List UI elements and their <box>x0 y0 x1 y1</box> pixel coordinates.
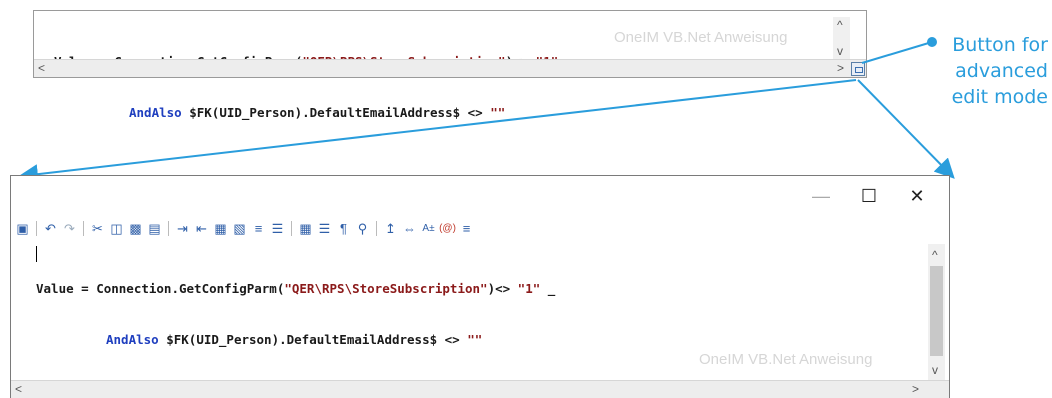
uncomment-icon[interactable]: ▧ <box>232 221 247 236</box>
editor-toolbar: ▣ ↶ ↷ ✂ ◫ ▩ ▤ ⇥ ⇤ ▦ ▧ ≡ ☰ ▦ ☰ ¶ ⚲ ↥ ⇔ A±… <box>15 218 474 238</box>
scroll-up-icon[interactable]: ^ <box>932 249 938 261</box>
save-icon[interactable]: ▣ <box>15 221 30 236</box>
scroll-down-icon[interactable]: v <box>932 364 938 376</box>
maximize-button[interactable]: ☐ <box>849 182 889 210</box>
vertical-scrollbar[interactable]: ^ v <box>928 244 945 384</box>
settings-icon[interactable]: ≡ <box>459 221 474 236</box>
search-icon[interactable]: ⚲ <box>355 221 370 236</box>
advanced-editor-window[interactable]: — ☐ ✕ ▣ ↶ ↷ ✂ ◫ ▩ ▤ ⇥ ⇤ ▦ ▧ ≡ ☰ ▦ ☰ ¶ ⚲ … <box>10 175 950 398</box>
bookmark-icon[interactable]: ⇔ <box>402 221 417 236</box>
undo-icon[interactable]: ↶ <box>43 221 58 236</box>
advanced-code-text[interactable]: Value = Connection.GetConfigParm("QER\RP… <box>36 246 555 382</box>
delete-icon[interactable]: ▤ <box>147 221 162 236</box>
paragraph-icon[interactable]: ¶ <box>336 221 351 236</box>
paste-icon[interactable]: ▩ <box>128 221 143 236</box>
indent-icon[interactable]: ⇥ <box>175 221 190 236</box>
close-button[interactable]: ✕ <box>897 182 937 210</box>
toolbar-divider <box>376 220 377 236</box>
format-icon[interactable]: ☰ <box>270 221 285 236</box>
expand-arrow-right <box>857 79 955 179</box>
redo-icon[interactable]: ↷ <box>62 221 77 236</box>
editor-watermark: OneIM VB.Net Anweisung <box>699 351 873 368</box>
callout-pointer-line <box>861 41 933 64</box>
outdent-icon[interactable]: ⇤ <box>194 221 209 236</box>
copy-icon[interactable]: ◫ <box>109 221 124 236</box>
toolbar-divider <box>168 220 169 236</box>
minimize-button[interactable]: — <box>801 182 841 210</box>
scrollbar-thumb[interactable] <box>930 266 943 356</box>
expand-arrow-left <box>18 79 857 185</box>
comment-icon[interactable]: ▦ <box>213 221 228 236</box>
scroll-left-icon[interactable]: < <box>15 383 22 395</box>
toolbar-divider <box>36 220 37 236</box>
horizontal-scrollbar[interactable]: < > <box>11 380 949 398</box>
cut-icon[interactable]: ✂ <box>90 221 105 236</box>
scroll-right-icon[interactable]: > <box>912 383 919 395</box>
toolbar-divider <box>83 220 84 236</box>
wrap-icon[interactable]: ☰ <box>317 221 332 236</box>
align-icon[interactable]: ≡ <box>251 221 266 236</box>
snippet-icon[interactable]: (@) <box>439 221 456 236</box>
goto-icon[interactable]: ↥ <box>383 221 398 236</box>
font-size-icon[interactable]: A± <box>421 221 436 236</box>
code-line-2: AndAlso $FK(UID_Person).DefaultEmailAddr… <box>106 332 483 347</box>
outline-icon[interactable]: ▦ <box>298 221 313 236</box>
toolbar-divider <box>291 220 292 236</box>
code-line-1: Value = Connection.GetConfigParm("QER\RP… <box>36 281 556 296</box>
